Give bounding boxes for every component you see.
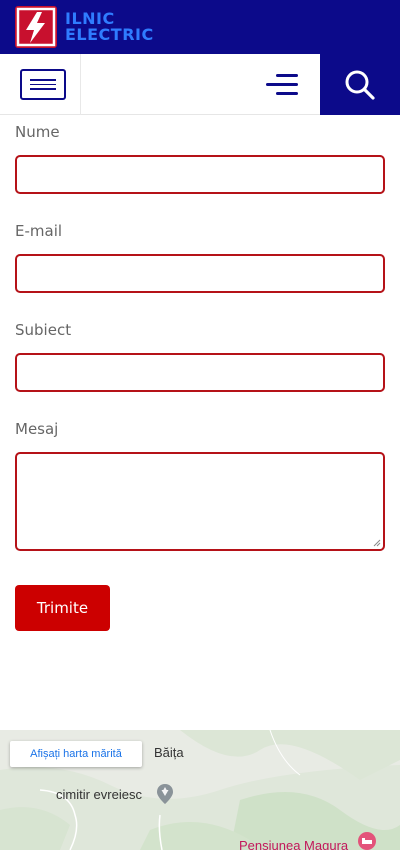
- hotel-pin-icon[interactable]: [357, 831, 377, 850]
- brand-line-2: ELECTRIC: [65, 25, 154, 44]
- brand-name: ILNIC ELECTRIC: [65, 11, 154, 43]
- subject-label: Subiect: [15, 321, 72, 339]
- menu-icon-line: [30, 88, 56, 90]
- brand-header: ILNIC ELECTRIC: [0, 0, 400, 54]
- subject-input[interactable]: [15, 353, 385, 392]
- map-place-cemetery: cimitir evreiesc: [56, 787, 142, 802]
- message-textarea[interactable]: [15, 452, 385, 551]
- nav-divider: [80, 54, 81, 115]
- nav-bar: [0, 54, 400, 115]
- resize-grip-icon[interactable]: [373, 539, 381, 547]
- hamburger-icon[interactable]: [266, 72, 298, 96]
- menu-icon-line: [30, 83, 56, 86]
- name-label: Nume: [15, 123, 60, 141]
- menu-icon-line: [30, 79, 56, 81]
- map-place-baita: Băița: [154, 745, 184, 760]
- search-icon: [345, 70, 375, 100]
- menu-toggle-button[interactable]: [20, 69, 66, 100]
- embedded-map[interactable]: Afișați harta mărită Băița cimitir evrei…: [0, 730, 400, 850]
- message-label: Mesaj: [15, 420, 59, 438]
- logo[interactable]: ILNIC ELECTRIC: [15, 6, 154, 48]
- email-input[interactable]: [15, 254, 385, 293]
- cemetery-pin-icon[interactable]: [155, 783, 175, 805]
- view-larger-map-link[interactable]: Afișați harta mărită: [10, 741, 142, 767]
- email-label: E-mail: [15, 222, 63, 240]
- name-input[interactable]: [15, 155, 385, 194]
- map-place-pension: Pensiunea Magura: [239, 838, 349, 850]
- submit-button[interactable]: Trimite: [15, 585, 110, 631]
- lightning-logo-icon: [15, 6, 57, 48]
- search-button[interactable]: [320, 54, 400, 115]
